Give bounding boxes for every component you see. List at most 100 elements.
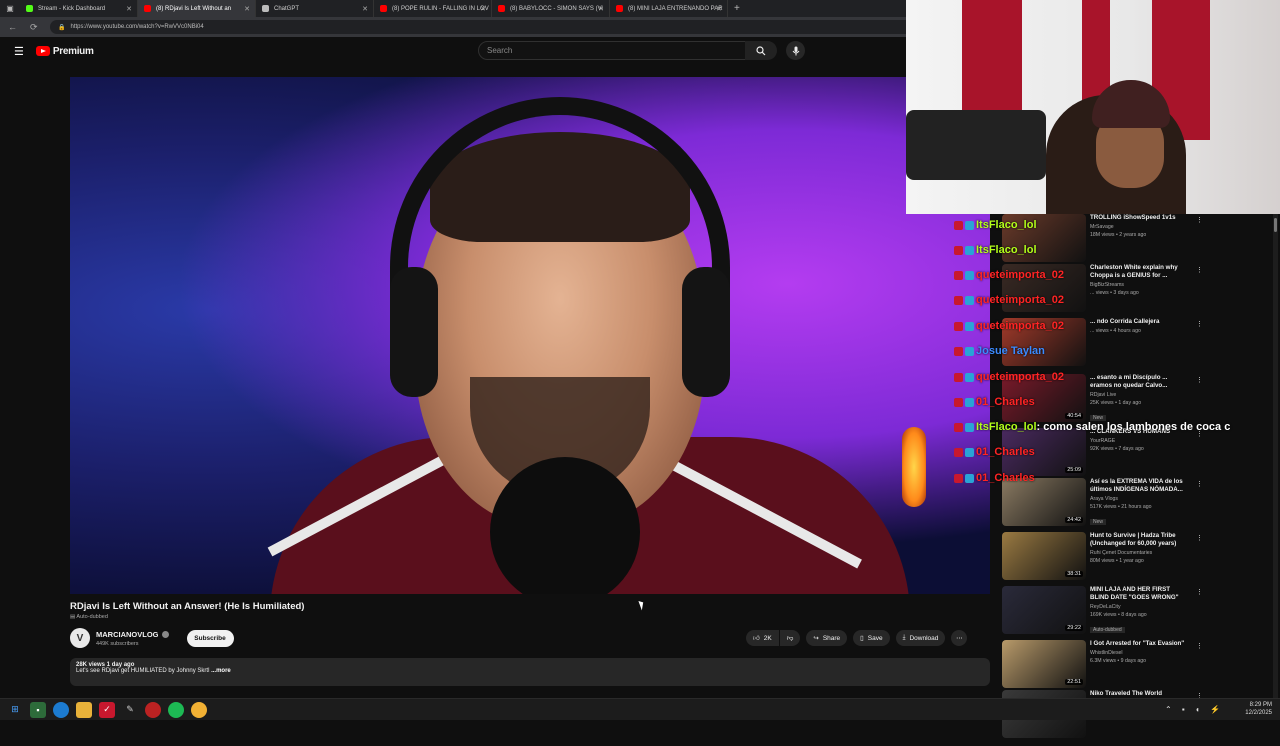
- scrollbar-thumb[interactable]: [1274, 218, 1277, 232]
- youtube-logo[interactable]: Premium: [35, 46, 94, 57]
- recommended-video[interactable]: 24:42 Así es la EXTREMA VIDA de los últim…: [990, 478, 1280, 534]
- dislike-button[interactable]: 👎︎: [779, 630, 801, 646]
- video-title[interactable]: Así es la EXTREMA VIDA de los últimos IN…: [1090, 478, 1190, 494]
- video-channel[interactable]: MrSavage: [1090, 224, 1190, 230]
- system-tray-icons[interactable]: ⌃ ▪ ◖ ⚡: [1165, 705, 1224, 714]
- video-title[interactable]: MINI LAJA AND HER FIRST BLIND DATE "GOES…: [1090, 586, 1190, 602]
- video-channel[interactable]: WhistlinDiesel: [1090, 650, 1190, 656]
- window-icon[interactable]: ▣: [0, 4, 20, 13]
- recommended-video[interactable]: 40:54 ... esanto a mi Discípulo ... eramo…: [990, 374, 1280, 430]
- more-actions-button[interactable]: ⋯: [951, 630, 968, 646]
- more-options-icon[interactable]: ⋮: [1196, 642, 1203, 650]
- youtube-header: ☰ Premium Search: [0, 37, 906, 65]
- browser-tab[interactable]: ChatGPT ✕: [256, 0, 374, 17]
- video-channel[interactable]: Araya Vlogs: [1090, 496, 1190, 502]
- close-tab-icon[interactable]: ✕: [362, 5, 368, 13]
- channel-name[interactable]: MARCIANOVLOG: [96, 630, 169, 639]
- subscribe-button[interactable]: Subscribe: [186, 629, 234, 647]
- browser-tab[interactable]: (8) RDjavi Is Left Without an ✕: [138, 0, 256, 17]
- video-channel[interactable]: ReyDeLaCity: [1090, 604, 1190, 610]
- description-box[interactable]: 28K views 1 day ago Let's see RDjavi get…: [70, 658, 990, 686]
- video-title[interactable]: TROLLING iShowSpeed 1v1s: [1090, 214, 1190, 222]
- video-info: ... esanto a mi Discípulo ... eramos no …: [1090, 374, 1190, 424]
- video-thumbnail[interactable]: 40:54: [1002, 374, 1086, 422]
- browser-tab[interactable]: (8) BABYLOCC - SIMON SAYS (Vi ✕: [492, 0, 610, 17]
- pen-icon[interactable]: ✎: [122, 702, 138, 718]
- video-channel[interactable]: Ruhi Çenet Documentaries: [1090, 550, 1190, 556]
- video-thumbnail[interactable]: 25:09: [1002, 428, 1086, 476]
- recommended-video[interactable]: TROLLING iShowSpeed 1v1s MrSavage 18M view…: [990, 214, 1280, 270]
- windows-start-icon[interactable]: ⊞: [7, 702, 23, 718]
- video-thumbnail[interactable]: 38:31: [1002, 532, 1086, 580]
- menu-icon[interactable]: ☰: [14, 45, 24, 58]
- video-title[interactable]: Niko Traveled The World: [1090, 690, 1190, 698]
- browser-tab[interactable]: (8) MINI LAJA ENTRENANDO PAR ✕: [610, 0, 728, 17]
- more-options-icon[interactable]: ⋮: [1196, 266, 1203, 274]
- more-options-icon[interactable]: ⋮: [1196, 430, 1203, 438]
- video-frame-lamp: [902, 427, 926, 507]
- url-field[interactable]: 🔒 https://www.youtube.com/watch?v=RwVVc0…: [50, 20, 930, 34]
- more-options-icon[interactable]: ⋮: [1196, 216, 1203, 224]
- voice-search-button[interactable]: [786, 41, 805, 60]
- video-thumbnail[interactable]: 24:42: [1002, 478, 1086, 526]
- video-thumbnail[interactable]: 22:51: [1002, 640, 1086, 688]
- video-channel[interactable]: BigBizStreams: [1090, 282, 1190, 288]
- video-thumbnail[interactable]: 29:22: [1002, 586, 1086, 634]
- video-frame-headphones: [390, 97, 730, 317]
- video-title[interactable]: ... ndo Corrida Callejera: [1090, 318, 1190, 326]
- recommended-video[interactable]: 38:31 Hunt to Survive | Hadza Tribe (Unch…: [990, 532, 1280, 588]
- close-tab-icon[interactable]: ✕: [126, 5, 132, 13]
- spotify-icon[interactable]: [168, 701, 184, 718]
- recommended-video[interactable]: ... ndo Corrida Callejera ... views • 4 h…: [990, 318, 1280, 374]
- chrome-icon[interactable]: [191, 701, 207, 718]
- more-options-icon[interactable]: ⋮: [1196, 376, 1203, 384]
- video-duration: 24:42: [1065, 517, 1083, 523]
- more-options-icon[interactable]: ⋮: [1196, 588, 1203, 596]
- app-red-icon[interactable]: ✓: [99, 701, 115, 718]
- reload-icon[interactable]: ⟳: [30, 22, 44, 33]
- close-tab-icon[interactable]: ✕: [480, 5, 486, 13]
- browser-tab[interactable]: Stream - Kick Dashboard ✕: [20, 0, 138, 17]
- clock[interactable]: 8:29 PM 12/2/2025: [1245, 701, 1272, 717]
- video-title[interactable]: I Got Arrested for "Tax Evasion": [1090, 640, 1190, 648]
- edge-icon[interactable]: [53, 701, 69, 718]
- video-title[interactable]: ... esanto a mi Discípulo ... eramos no …: [1090, 374, 1190, 390]
- terminal-icon[interactable]: ▪: [30, 701, 46, 718]
- clock-time: 8:29 PM: [1249, 702, 1272, 708]
- close-tab-icon[interactable]: ✕: [244, 5, 250, 13]
- video-title[interactable]: ... CLANKERS VS HUMANS: [1090, 428, 1190, 436]
- video-thumbnail[interactable]: [1002, 318, 1086, 366]
- video-title[interactable]: Hunt to Survive | Hadza Tribe (Unchanged…: [1090, 532, 1190, 548]
- like-button[interactable]: 👍︎ 2K: [746, 630, 779, 646]
- video-title[interactable]: Charleston White explain why Choppa is a…: [1090, 264, 1190, 280]
- save-button[interactable]: ▯ Save: [853, 630, 890, 646]
- folder-icon[interactable]: [76, 701, 92, 718]
- video-channel[interactable]: YourRAGE: [1090, 438, 1190, 444]
- recommended-video[interactable]: Charleston White explain why Choppa is a…: [990, 264, 1280, 320]
- video-player[interactable]: [70, 77, 990, 594]
- more-link[interactable]: ...more: [211, 668, 231, 674]
- scrollbar[interactable]: [1273, 214, 1278, 698]
- recommended-video[interactable]: 22:51 I Got Arrested for "Tax Evasion" Whi…: [990, 640, 1280, 696]
- more-options-icon[interactable]: ⋮: [1196, 480, 1203, 488]
- search-input[interactable]: Search: [478, 41, 746, 60]
- video-channel[interactable]: RDjavi Live: [1090, 392, 1190, 398]
- close-tab-icon[interactable]: ✕: [598, 5, 604, 13]
- search-button[interactable]: [745, 41, 777, 60]
- close-tab-icon[interactable]: ✕: [716, 5, 722, 13]
- more-options-icon[interactable]: ⋮: [1196, 534, 1203, 542]
- video-thumbnail[interactable]: [1002, 264, 1086, 312]
- video-thumbnail[interactable]: [1002, 214, 1086, 262]
- browser-tab[interactable]: (8) POPE RULIN - FALLING IN LOV ✕: [374, 0, 492, 17]
- more-options-icon[interactable]: ⋮: [1196, 320, 1203, 328]
- back-icon[interactable]: ←: [8, 22, 22, 32]
- channel-avatar[interactable]: V: [70, 628, 90, 648]
- download-button[interactable]: ⤓ Download: [895, 630, 946, 646]
- share-button[interactable]: ↪ Share: [806, 630, 848, 646]
- new-tab-button[interactable]: +: [734, 3, 740, 14]
- tab-title: (8) MINI LAJA ENTRENANDO PAR: [628, 5, 723, 12]
- recommended-video[interactable]: 25:09 ... CLANKERS VS HUMANS YourRAGE 92K v…: [990, 428, 1280, 484]
- app-tool-icon[interactable]: [145, 701, 161, 718]
- video-meta: 25K views • 1 day ago: [1090, 400, 1142, 406]
- recommended-video[interactable]: 29:22 MINI LAJA AND HER FIRST BLIND DATE …: [990, 586, 1280, 642]
